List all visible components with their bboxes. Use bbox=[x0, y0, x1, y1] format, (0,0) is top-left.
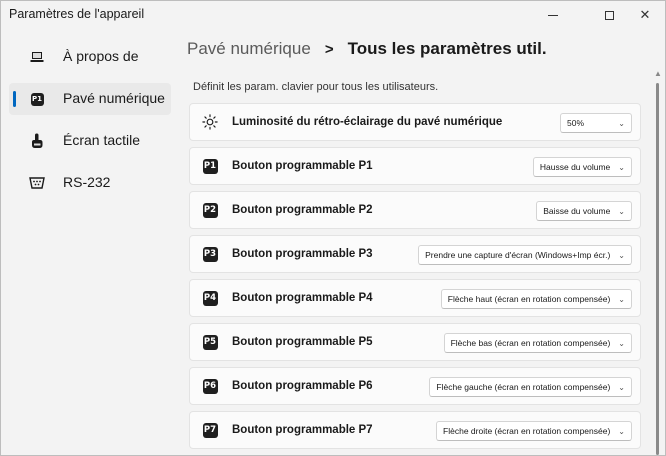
page-description: Définit les param. clavier pour tous les… bbox=[193, 81, 439, 93]
settings-window: Paramètres de l'appareil ✕ À propos de P… bbox=[0, 0, 666, 456]
chevron-down-icon: ⌄ bbox=[618, 338, 625, 348]
scrollbar[interactable]: ▲ bbox=[653, 69, 663, 455]
breadcrumb: Pavé numérique > Tous les paramètres uti… bbox=[187, 39, 547, 59]
setting-label: Bouton programmable P2 bbox=[232, 204, 373, 216]
p5-select[interactable]: Flèche bas (écran en rotation compensée)… bbox=[443, 333, 632, 353]
p4-select[interactable]: Flèche haut (écran en rotation compensée… bbox=[440, 289, 632, 309]
window-title: Paramètres de l'appareil bbox=[9, 7, 145, 21]
setting-label: Bouton programmable P4 bbox=[232, 292, 373, 304]
select-value: Prendre une capture d'écran (Windows+Imp… bbox=[425, 250, 611, 260]
sidebar-item-label: RS-232 bbox=[63, 174, 111, 190]
maximize-icon bbox=[604, 10, 614, 20]
setting-label: Bouton programmable P6 bbox=[232, 380, 373, 392]
p1-select[interactable]: Hausse du volume ⌄ bbox=[532, 157, 632, 177]
p3-icon: P3 bbox=[202, 246, 218, 262]
p2-icon: P2 bbox=[202, 202, 218, 218]
setting-card-p3: P3 Bouton programmable P3 Prendre une ca… bbox=[189, 235, 641, 273]
select-value: Flèche gauche (écran en rotation compens… bbox=[436, 382, 611, 392]
setting-card-p7: P7 Bouton programmable P7 Flèche droite … bbox=[189, 411, 641, 449]
serial-port-icon bbox=[29, 175, 45, 191]
chevron-down-icon: ⌄ bbox=[618, 382, 625, 392]
select-value: Flèche haut (écran en rotation compensée… bbox=[447, 294, 611, 304]
sidebar: À propos de P1 Pavé numérique Écran tact… bbox=[1, 29, 177, 455]
keypad-p1-icon: P1 bbox=[29, 91, 45, 107]
p1-icon: P1 bbox=[202, 158, 218, 174]
chevron-down-icon: ⌄ bbox=[618, 162, 625, 172]
setting-label: Luminosité du rétro-éclairage du pavé nu… bbox=[232, 116, 503, 128]
p2-select[interactable]: Baisse du volume ⌄ bbox=[536, 201, 632, 221]
sidebar-item-label: Pavé numérique bbox=[63, 90, 165, 106]
page-title: Tous les paramètres util. bbox=[347, 39, 547, 58]
laptop-icon bbox=[29, 49, 45, 65]
minimize-button[interactable] bbox=[531, 1, 575, 29]
breadcrumb-separator: > bbox=[324, 41, 334, 58]
p5-icon: P5 bbox=[202, 334, 218, 350]
title-bar: Paramètres de l'appareil ✕ bbox=[1, 1, 665, 29]
sidebar-item-keypad[interactable]: P1 Pavé numérique bbox=[9, 83, 171, 115]
setting-card-p2: P2 Bouton programmable P2 Baisse du volu… bbox=[189, 191, 641, 229]
close-icon: ✕ bbox=[639, 7, 651, 22]
p6-select[interactable]: Flèche gauche (écran en rotation compens… bbox=[429, 377, 632, 397]
close-button[interactable]: ✕ bbox=[623, 1, 665, 29]
select-value: Flèche bas (écran en rotation compensée) bbox=[450, 338, 611, 348]
select-value: Baisse du volume bbox=[543, 206, 611, 216]
p4-icon: P4 bbox=[202, 290, 218, 306]
select-value: 50% bbox=[567, 118, 585, 128]
select-value: Hausse du volume bbox=[539, 162, 611, 172]
setting-label: Bouton programmable P5 bbox=[232, 336, 373, 348]
sidebar-item-label: À propos de bbox=[63, 48, 139, 64]
touch-icon bbox=[29, 133, 45, 149]
active-indicator bbox=[13, 91, 16, 107]
setting-label: Bouton programmable P7 bbox=[232, 424, 373, 436]
setting-label: Bouton programmable P3 bbox=[232, 248, 373, 260]
setting-card-p6: P6 Bouton programmable P6 Flèche gauche … bbox=[189, 367, 641, 405]
p6-icon: P6 bbox=[202, 378, 218, 394]
setting-card-brightness: Luminosité du rétro-éclairage du pavé nu… bbox=[189, 103, 641, 141]
sidebar-item-label: Écran tactile bbox=[63, 132, 141, 148]
brightness-icon bbox=[202, 114, 218, 130]
setting-label: Bouton programmable P1 bbox=[232, 160, 373, 172]
setting-card-p5: P5 Bouton programmable P5 Flèche bas (éc… bbox=[189, 323, 641, 361]
chevron-down-icon: ⌄ bbox=[618, 250, 625, 260]
setting-card-p1: P1 Bouton programmable P1 Hausse du volu… bbox=[189, 147, 641, 185]
scroll-thumb[interactable] bbox=[656, 83, 659, 455]
sidebar-item-touchscreen[interactable]: Écran tactile bbox=[9, 125, 171, 157]
p3-select[interactable]: Prendre une capture d'écran (Windows+Imp… bbox=[418, 245, 632, 265]
setting-card-p4: P4 Bouton programmable P4 Flèche haut (é… bbox=[189, 279, 641, 317]
sidebar-item-rs232[interactable]: RS-232 bbox=[9, 167, 171, 199]
sidebar-item-about[interactable]: À propos de bbox=[9, 41, 171, 73]
chevron-down-icon: ⌄ bbox=[618, 426, 625, 436]
chevron-down-icon: ⌄ bbox=[618, 118, 625, 128]
chevron-down-icon: ⌄ bbox=[618, 206, 625, 216]
scroll-up-icon[interactable]: ▲ bbox=[654, 69, 662, 78]
p7-select[interactable]: Flèche droite (écran en rotation compens… bbox=[436, 421, 632, 441]
select-value: Flèche droite (écran en rotation compens… bbox=[443, 426, 611, 436]
breadcrumb-parent[interactable]: Pavé numérique bbox=[187, 39, 311, 59]
brightness-select[interactable]: 50% ⌄ bbox=[560, 113, 632, 133]
chevron-down-icon: ⌄ bbox=[618, 294, 625, 304]
p7-icon: P7 bbox=[202, 422, 218, 438]
minimize-icon bbox=[548, 14, 558, 16]
